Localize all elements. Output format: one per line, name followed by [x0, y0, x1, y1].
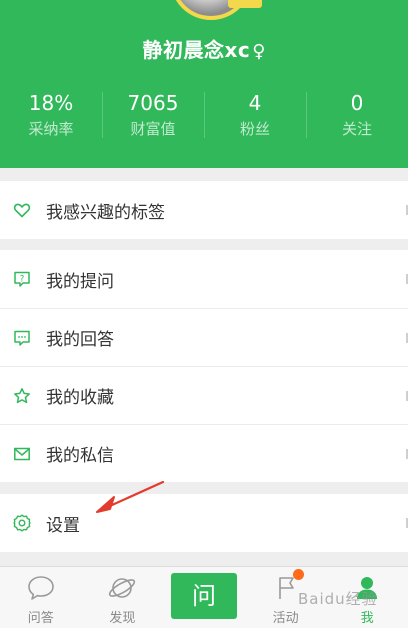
tab-label: 我 — [360, 611, 374, 626]
menu-group-interests: 我感兴趣的标签 — [0, 181, 408, 239]
chevron-right-icon — [404, 205, 408, 215]
speech-bubble-icon — [26, 573, 56, 603]
username: 静初晨念xc — [142, 38, 251, 62]
stat-label: 财富值 — [130, 120, 176, 138]
tab-label: 发现 — [109, 611, 136, 626]
stat-following[interactable]: 0 关注 — [306, 88, 408, 148]
menu-item-label: 我感兴趣的标签 — [46, 202, 165, 223]
chevron-right-icon — [404, 518, 408, 528]
menu-item-settings[interactable]: 设置 — [0, 494, 408, 552]
stats-bar: 18% 采纳率 7065 财富值 4 粉丝 0 关注 — [0, 88, 408, 148]
profile-header: 静初晨念xc ♀ 18% 采纳率 7065 财富值 4 粉丝 0 关注 — [0, 0, 408, 168]
menu-group-my-content: ? 我的提问 我的回答 我的收藏 我的私信 — [0, 250, 408, 482]
notification-badge — [292, 569, 304, 580]
heart-icon — [12, 200, 32, 220]
menu-item-label: 我的回答 — [46, 330, 114, 350]
stat-value: 4 — [248, 91, 262, 115]
menu-item-label: 我的收藏 — [46, 388, 114, 408]
tab-ask[interactable]: 问 — [163, 567, 245, 628]
question-icon: ? — [12, 269, 32, 289]
watermark: Baidu经验 — [298, 590, 378, 608]
stat-value: 7065 — [127, 91, 179, 115]
chevron-right-icon — [404, 449, 408, 459]
stat-wealth[interactable]: 7065 财富值 — [102, 88, 204, 148]
menu-item-favorites[interactable]: 我的收藏 — [0, 366, 408, 424]
comment-icon — [12, 328, 32, 348]
ask-button[interactable]: 问 — [170, 573, 237, 619]
avatar-level-tag — [228, 0, 262, 8]
chevron-right-icon — [404, 333, 408, 343]
stat-value: 18% — [28, 91, 74, 115]
stat-label: 采纳率 — [28, 120, 74, 138]
tab-label: 活动 — [272, 611, 299, 626]
chevron-right-icon — [404, 274, 408, 284]
tab-label: 问答 — [27, 611, 54, 626]
stat-label: 粉丝 — [239, 120, 270, 138]
stat-value: 0 — [350, 91, 364, 115]
username-row: 静初晨念xc ♀ — [0, 34, 408, 63]
tab-qa[interactable]: 问答 — [0, 567, 82, 628]
stat-label: 关注 — [341, 120, 372, 138]
gear-icon — [12, 513, 32, 533]
stat-fans[interactable]: 4 粉丝 — [204, 88, 306, 148]
menu-item-label: 我的私信 — [46, 446, 114, 466]
stat-adoption-rate[interactable]: 18% 采纳率 — [0, 88, 102, 148]
menu-item-messages[interactable]: 我的私信 — [0, 424, 408, 482]
mail-icon — [12, 444, 32, 464]
menu-item-answers[interactable]: 我的回答 — [0, 308, 408, 366]
gender-female-icon: ♀ — [252, 41, 266, 62]
menu-group-settings: 设置 — [0, 494, 408, 552]
chevron-right-icon — [404, 391, 408, 401]
tab-discover[interactable]: 发现 — [82, 567, 164, 628]
planet-icon — [107, 573, 137, 603]
star-icon — [12, 386, 32, 406]
menu-item-label: 我的提问 — [46, 271, 114, 292]
menu-item-label: 设置 — [46, 515, 80, 536]
menu-item-interests[interactable]: 我感兴趣的标签 — [0, 181, 408, 239]
menu-item-questions[interactable]: ? 我的提问 — [0, 250, 408, 308]
svg-text:?: ? — [20, 274, 25, 284]
